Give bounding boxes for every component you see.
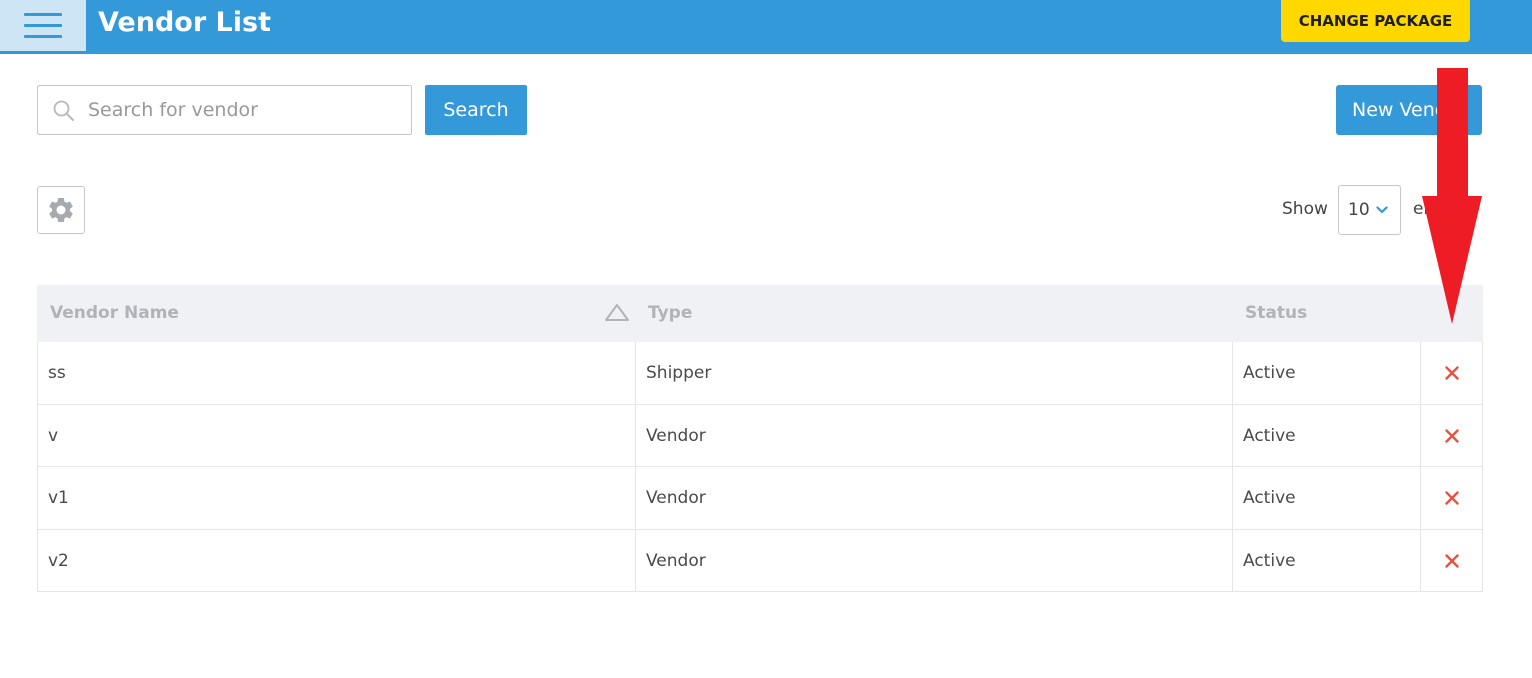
hamburger-line <box>24 13 62 16</box>
change-package-button[interactable]: CHANGE PACKAGE <box>1281 0 1470 42</box>
vendor-status-cell: Active <box>1233 467 1421 529</box>
vendor-type-cell: Vendor <box>636 529 1233 592</box>
close-x-icon <box>1445 366 1459 380</box>
table-row: ss Shipper Active <box>37 342 1483 405</box>
top-bar: Vendor List CHANGE PACKAGE <box>0 0 1532 54</box>
table-row: v2 Vendor Active <box>37 529 1483 592</box>
sort-ascending-icon[interactable] <box>604 303 630 323</box>
column-header-status[interactable]: Status <box>1245 285 1307 342</box>
vendor-status-cell: Active <box>1233 529 1421 592</box>
vendor-type-cell: Vendor <box>636 404 1233 467</box>
vendor-name-cell: ss <box>38 342 636 404</box>
delete-vendor-button[interactable] <box>1421 342 1483 404</box>
hamburger-line <box>24 24 62 27</box>
entries-label: entries <box>1413 199 1433 219</box>
vendor-status-cell: Active <box>1233 404 1421 467</box>
delete-vendor-button[interactable] <box>1421 467 1483 529</box>
column-settings-button[interactable] <box>37 186 85 234</box>
chevron-down-icon <box>1376 206 1388 214</box>
table-header: Vendor Name Type Status <box>37 285 1483 342</box>
search-input[interactable] <box>88 87 398 133</box>
vendor-name-cell: v1 <box>38 467 636 529</box>
column-header-type[interactable]: Type <box>648 285 692 342</box>
table-row: v Vendor Active <box>37 404 1483 467</box>
vendor-type-cell: Shipper <box>636 342 1233 404</box>
hamburger-line <box>24 35 62 38</box>
menu-button[interactable] <box>0 0 86 51</box>
close-x-icon <box>1445 553 1459 568</box>
vendor-status-cell: Active <box>1233 342 1421 404</box>
vendor-type-cell: Vendor <box>636 467 1233 529</box>
close-x-icon <box>1445 491 1459 505</box>
vendor-name-cell: v2 <box>38 529 636 592</box>
vendor-name-cell: v <box>38 404 636 467</box>
show-label: Show <box>1282 199 1328 219</box>
page-size-value: 10 <box>1348 200 1370 220</box>
table-row: v1 Vendor Active <box>37 467 1483 530</box>
search-box[interactable] <box>37 85 412 135</box>
search-icon <box>53 100 74 121</box>
page-title: Vendor List <box>98 7 271 38</box>
new-vendor-button[interactable]: New Vendor <box>1336 85 1482 135</box>
column-header-vendor-name[interactable]: Vendor Name <box>50 285 179 342</box>
gear-icon <box>49 197 73 222</box>
vendor-table: Vendor Name Type Status ss Shipper Activ… <box>37 285 1483 592</box>
delete-vendor-button[interactable] <box>1421 405 1483 467</box>
close-x-icon <box>1445 428 1459 443</box>
search-button[interactable]: Search <box>425 85 527 135</box>
delete-vendor-button[interactable] <box>1421 530 1483 592</box>
page-size-select[interactable]: 10 <box>1338 185 1401 235</box>
